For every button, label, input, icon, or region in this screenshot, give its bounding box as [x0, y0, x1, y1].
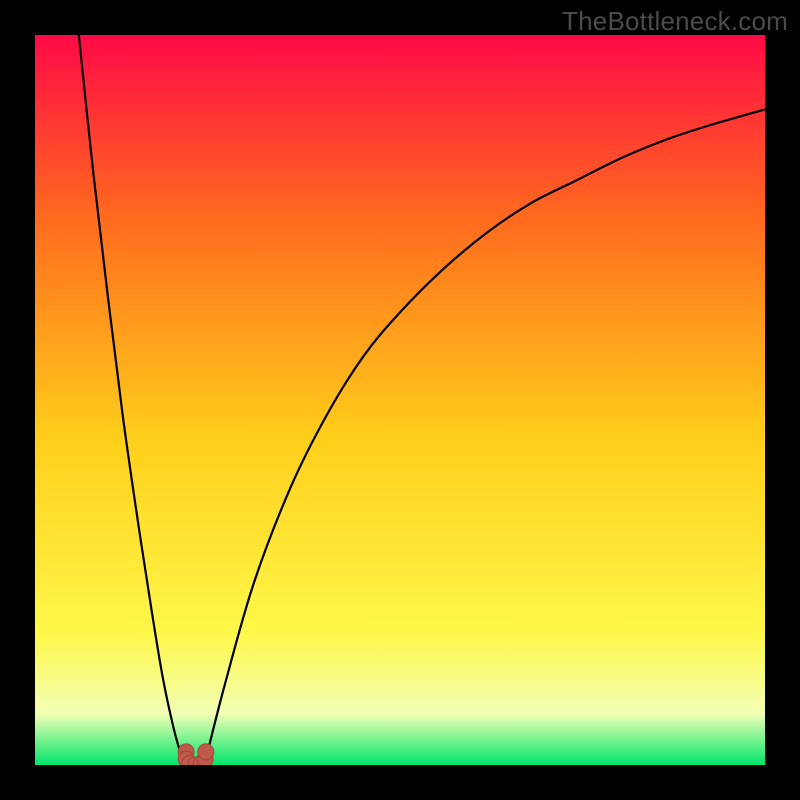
watermark-text: TheBottleneck.com	[562, 6, 788, 37]
minimum-marker	[198, 744, 214, 760]
chart-svg	[35, 35, 765, 765]
plot-area	[35, 35, 765, 765]
chart-frame: TheBottleneck.com	[0, 0, 800, 800]
